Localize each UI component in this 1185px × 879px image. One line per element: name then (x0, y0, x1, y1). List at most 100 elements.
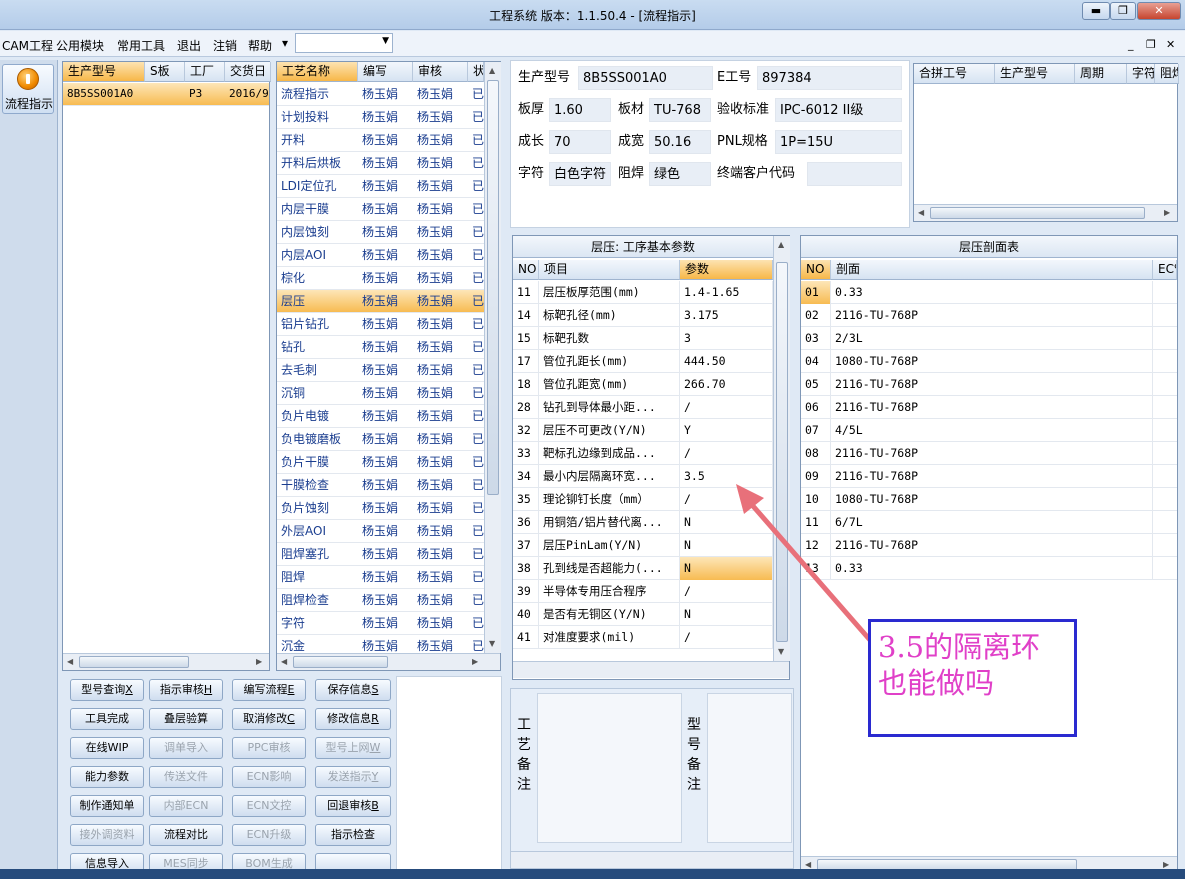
scroll-thumb[interactable] (487, 80, 499, 495)
process-row[interactable]: LDI定位孔 杨玉娟 杨玉娟 已 (277, 175, 484, 198)
params-cell-value[interactable]: Y (680, 419, 773, 442)
params-header-item[interactable]: 项目 (539, 260, 680, 280)
menu-logout[interactable]: 注销 (213, 37, 237, 54)
menu-public-modules[interactable]: 公用模块 (56, 37, 104, 54)
params-cell-value[interactable]: / (680, 396, 773, 419)
length-field[interactable]: 70 (549, 130, 611, 154)
process-row[interactable]: 负电镀磨板 杨玉娟 杨玉娟 已 (277, 428, 484, 451)
stack-row[interactable]: 02 2116-TU-768P (801, 304, 1177, 327)
stack-row[interactable]: 07 4/5L (801, 419, 1177, 442)
scroll-up-icon[interactable]: ▲ (778, 240, 784, 249)
stack-header-no[interactable]: NO (801, 260, 831, 280)
stack-row[interactable]: 06 2116-TU-768P (801, 396, 1177, 419)
orders-header-s[interactable]: S板 (145, 62, 185, 82)
flow-instruction-button[interactable]: 流程指示 (2, 64, 54, 114)
action-button-21[interactable]: 接外调资料 (70, 824, 144, 846)
process-row[interactable]: 干膜检查 杨玉娟 杨玉娟 已 (277, 474, 484, 497)
params-row[interactable]: 17 管位孔距长(mm) 444.50 (513, 350, 773, 373)
process-row[interactable]: 阻焊 杨玉娟 杨玉娟 已 (277, 566, 484, 589)
menu-combo[interactable]: ▼ (295, 33, 393, 53)
process-vscrollbar[interactable]: ▲ ▼ (484, 62, 501, 653)
merge-header-char[interactable]: 字符 (1127, 64, 1155, 84)
stack-header-profile[interactable]: 剖面 (831, 260, 1153, 280)
menu-help[interactable]: 帮助 (248, 37, 272, 54)
action-button-7[interactable]: 取消修改C (232, 708, 306, 730)
process-row[interactable]: 内层蚀刻 杨玉娟 杨玉娟 已 (277, 221, 484, 244)
action-button-4[interactable]: 保存信息S (315, 679, 391, 701)
width-field[interactable]: 50.16 (649, 130, 711, 154)
merge-header-no[interactable]: 合拼工号 (914, 64, 995, 84)
process-row[interactable]: 沉铜 杨玉娟 杨玉娟 已 (277, 382, 484, 405)
scroll-up-icon[interactable]: ▲ (489, 66, 495, 75)
stack-row[interactable]: 04 1080-TU-768P (801, 350, 1177, 373)
menu-cam[interactable]: CAM工程 (2, 37, 53, 54)
params-row[interactable]: 33 靶标孔边缘到成品... / (513, 442, 773, 465)
orders-header-date[interactable]: 交货日 (225, 62, 271, 82)
process-row[interactable]: 沉金 杨玉娟 杨玉娟 已 (277, 635, 484, 653)
action-button-9[interactable]: 在线WIP (70, 737, 144, 759)
process-row[interactable]: 棕化 杨玉娟 杨玉娟 已 (277, 267, 484, 290)
e-no-field[interactable]: 897384 (757, 66, 902, 90)
action-button-2[interactable]: 指示审核H (149, 679, 223, 701)
params-header-value[interactable]: 参数 (680, 260, 773, 280)
action-button-8[interactable]: 修改信息R (315, 708, 391, 730)
chevron-down-icon[interactable]: ▼ (382, 36, 389, 46)
stack-row[interactable]: 03 2/3L (801, 327, 1177, 350)
process-row[interactable]: 去毛刺 杨玉娟 杨玉娟 已 (277, 359, 484, 382)
model-remark-field[interactable] (707, 693, 792, 843)
pnl-field[interactable]: 1P=15U (775, 130, 902, 154)
scroll-left-icon[interactable]: ◀ (281, 657, 287, 666)
process-header-reviewer[interactable]: 审核 (413, 62, 468, 82)
process-row[interactable]: 负片蚀刻 杨玉娟 杨玉娟 已 (277, 497, 484, 520)
customer-field[interactable] (807, 162, 902, 186)
action-button-14[interactable]: 传送文件 (149, 766, 223, 788)
params-cell-value[interactable]: 266.70 (680, 373, 773, 396)
process-hscrollbar[interactable]: ◀ ▶ (277, 653, 500, 670)
params-row[interactable]: 32 层压不可更改(Y/N) Y (513, 419, 773, 442)
params-row[interactable]: 14 标靶孔径(mm) 3.175 (513, 304, 773, 327)
action-button-3[interactable]: 编写流程E (232, 679, 306, 701)
action-button-18[interactable]: 内部ECN (149, 795, 223, 817)
scroll-right-icon[interactable]: ▶ (256, 657, 262, 666)
action-button-11[interactable]: PPC审核 (232, 737, 306, 759)
stack-row[interactable]: 08 2116-TU-768P (801, 442, 1177, 465)
scroll-thumb[interactable] (293, 656, 388, 668)
process-row[interactable]: 铝片钻孔 杨玉娟 杨玉娟 已 (277, 313, 484, 336)
orders-hscrollbar[interactable]: ◀ ▶ (63, 653, 269, 670)
process-header-author[interactable]: 编写 (358, 62, 413, 82)
action-button-20[interactable]: 回退审核B (315, 795, 391, 817)
merge-header-mask[interactable]: 阻焊 (1155, 64, 1179, 84)
part-no-field[interactable]: 8B5SS001A0 (578, 66, 713, 90)
scroll-right-icon[interactable]: ▶ (1164, 208, 1170, 217)
action-button-6[interactable]: 叠层验算 (149, 708, 223, 730)
action-button-15[interactable]: ECN影响 (232, 766, 306, 788)
params-cell-value[interactable]: 444.50 (680, 350, 773, 373)
scroll-thumb[interactable] (930, 207, 1145, 219)
restore-button[interactable]: ❐ (1110, 2, 1136, 20)
scroll-left-icon[interactable]: ◀ (67, 657, 73, 666)
process-row[interactable]: 字符 杨玉娟 杨玉娟 已 (277, 612, 484, 635)
action-button-19[interactable]: ECN文控 (232, 795, 306, 817)
mdi-close-button[interactable]: ✕ (1166, 38, 1175, 51)
process-row[interactable]: 层压 杨玉娟 杨玉娟 已 (277, 290, 484, 313)
process-row[interactable]: 开料 杨玉娟 杨玉娟 已 (277, 129, 484, 152)
thickness-field[interactable]: 1.60 (549, 98, 611, 122)
menu-exit[interactable]: 退出 (177, 37, 201, 54)
params-row[interactable]: 18 管位孔距宽(mm) 266.70 (513, 373, 773, 396)
mdi-restore-button[interactable]: ❐ (1146, 38, 1156, 51)
process-row[interactable]: 钻孔 杨玉娟 杨玉娟 已 (277, 336, 484, 359)
params-cell-value[interactable]: 1.4-1.65 (680, 281, 773, 304)
process-remark-field[interactable] (537, 693, 682, 843)
action-button-5[interactable]: 工具完成 (70, 708, 144, 730)
close-button[interactable]: ✕ (1137, 2, 1181, 20)
merge-header-part[interactable]: 生产型号 (995, 64, 1075, 84)
action-button-13[interactable]: 能力参数 (70, 766, 144, 788)
process-row[interactable]: 开料后烘板 杨玉娟 杨玉娟 已 (277, 152, 484, 175)
orders-header-factory[interactable]: 工厂 (185, 62, 225, 82)
mask-field[interactable]: 绿色 (649, 162, 711, 186)
stack-row[interactable]: 01 0.33 (801, 281, 1177, 304)
action-button-10[interactable]: 调单导入 (149, 737, 223, 759)
params-header-no[interactable]: NO (513, 260, 539, 280)
process-row[interactable]: 计划投料 杨玉娟 杨玉娟 已 (277, 106, 484, 129)
params-cell-value[interactable]: 3 (680, 327, 773, 350)
